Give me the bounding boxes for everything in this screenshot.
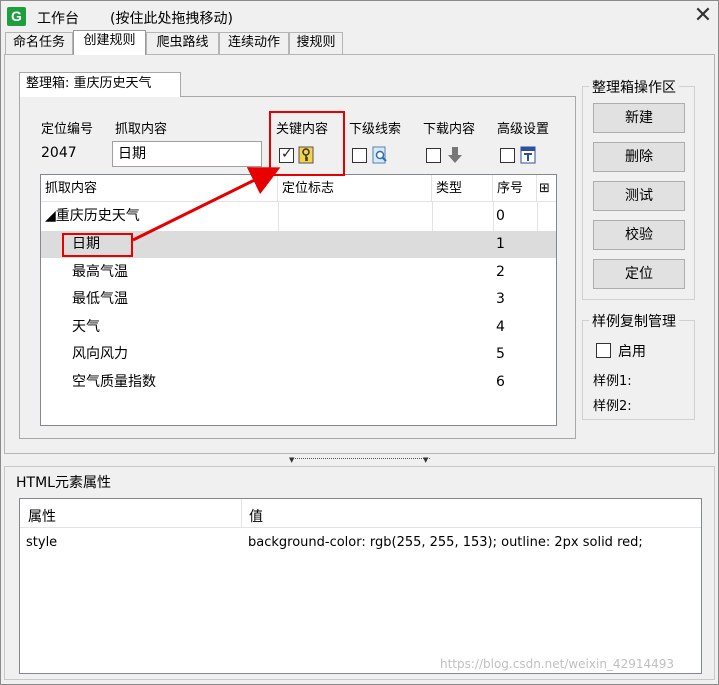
row-index: 5 [496,346,505,362]
watermark: https://blog.csdn.net/weixin_42914493 [440,657,675,671]
position-id-label: 定位编号 [41,122,94,137]
col-index[interactable]: 序号 [493,175,537,202]
grid-header: 抓取内容 定位标志 类型 序号 ⊞ [41,175,556,202]
delete-button[interactable]: 删除 [593,142,685,172]
sub-clue-checkbox[interactable] [352,148,367,163]
download-content-checkbox[interactable] [426,148,441,163]
advanced-settings-checkbox[interactable] [500,148,515,163]
tab-continuous-actions[interactable]: 连续动作 [219,32,289,54]
row-name: 天气 [72,319,100,335]
row-index: 4 [496,319,505,335]
download-content-label: 下载内容 [423,122,476,137]
window-title: 工作台 [37,11,79,27]
tab-search-rules[interactable]: 搜规则 [289,32,343,54]
download-arrow-icon[interactable] [447,146,463,163]
col-position-marker[interactable]: 定位标志 [278,175,432,202]
table-row[interactable]: 天气 4 [41,314,556,341]
organizer-tab[interactable]: 整理箱: 重庆历史天气 [19,72,181,97]
sample1-label: 样例1: [593,374,632,389]
row-index: 2 [496,264,505,280]
col-value[interactable]: 值 [249,506,263,526]
locate-button[interactable]: 定位 [593,259,685,289]
tab-crawler-route[interactable]: 爬虫路线 [146,32,219,54]
splitter-grip[interactable] [290,458,430,462]
sample-group-title: 样例复制管理 [589,311,679,331]
sample2-label: 样例2: [593,399,632,414]
row-index: 6 [496,374,505,390]
col-attribute[interactable]: 属性 [28,506,56,526]
verify-button[interactable]: 校验 [593,220,685,250]
col-type[interactable]: 类型 [432,175,493,202]
enable-sample-checkbox[interactable] [596,343,611,358]
table-row[interactable]: 空气质量指数 6 [41,369,556,396]
capture-label: 抓取内容 [115,122,168,137]
new-button[interactable]: 新建 [593,103,685,133]
html-props-title: HTML元素属性 [16,475,111,491]
column-picker-icon[interactable]: ⊞ [537,175,556,202]
html-props-grid[interactable]: 属性 值 style background-color: rgb(255, 25… [19,498,702,674]
row-index: 0 [496,208,505,224]
tab-name-task[interactable]: 命名任务 [5,32,73,54]
annotation-arrow [132,167,281,242]
text-format-icon[interactable] [520,146,536,164]
prop-value[interactable]: background-color: rgb(255, 255, 153); ou… [248,535,643,550]
splitter-arrow-icon: ▼ [289,456,295,464]
row-name: 风向风力 [72,346,128,362]
props-header [20,499,701,528]
drag-hint: (按住此处拖拽移动) [110,11,233,27]
table-row[interactable]: ◢重庆历史天气 0 [41,203,556,230]
app-logo-icon: G [7,7,26,26]
row-name: 最高气温 [72,264,128,280]
enable-sample-label: 启用 [618,344,646,360]
advanced-settings-label: 高级设置 [497,122,550,137]
test-button[interactable]: 测试 [593,181,685,211]
row-name: 最低气温 [72,291,128,307]
row-index: 3 [496,291,505,307]
position-id-value: 2047 [41,145,77,161]
row-index: 1 [496,236,505,252]
ops-group-title: 整理箱操作区 [589,77,679,97]
date-row-highlight [62,233,133,257]
title-bar[interactable]: G 工作台 (按住此处拖拽移动) ✕ [1,1,718,31]
table-row[interactable]: 最低气温 3 [41,286,556,313]
close-icon[interactable]: ✕ [691,4,715,28]
sub-clue-label: 下级线索 [349,122,402,137]
capture-grid[interactable]: 抓取内容 定位标志 类型 序号 ⊞ ◢重庆历史天气 0 日期 1 最高气温 2 … [40,174,557,426]
table-row[interactable]: 风向风力 5 [41,341,556,368]
splitter-arrow-icon: ▼ [423,456,429,464]
search-page-icon[interactable] [372,146,388,164]
tab-create-rules[interactable]: 创建规则 [73,30,146,55]
table-row[interactable]: 最高气温 2 [41,259,556,286]
row-name: 空气质量指数 [72,374,156,390]
prop-attr[interactable]: style [26,535,57,550]
